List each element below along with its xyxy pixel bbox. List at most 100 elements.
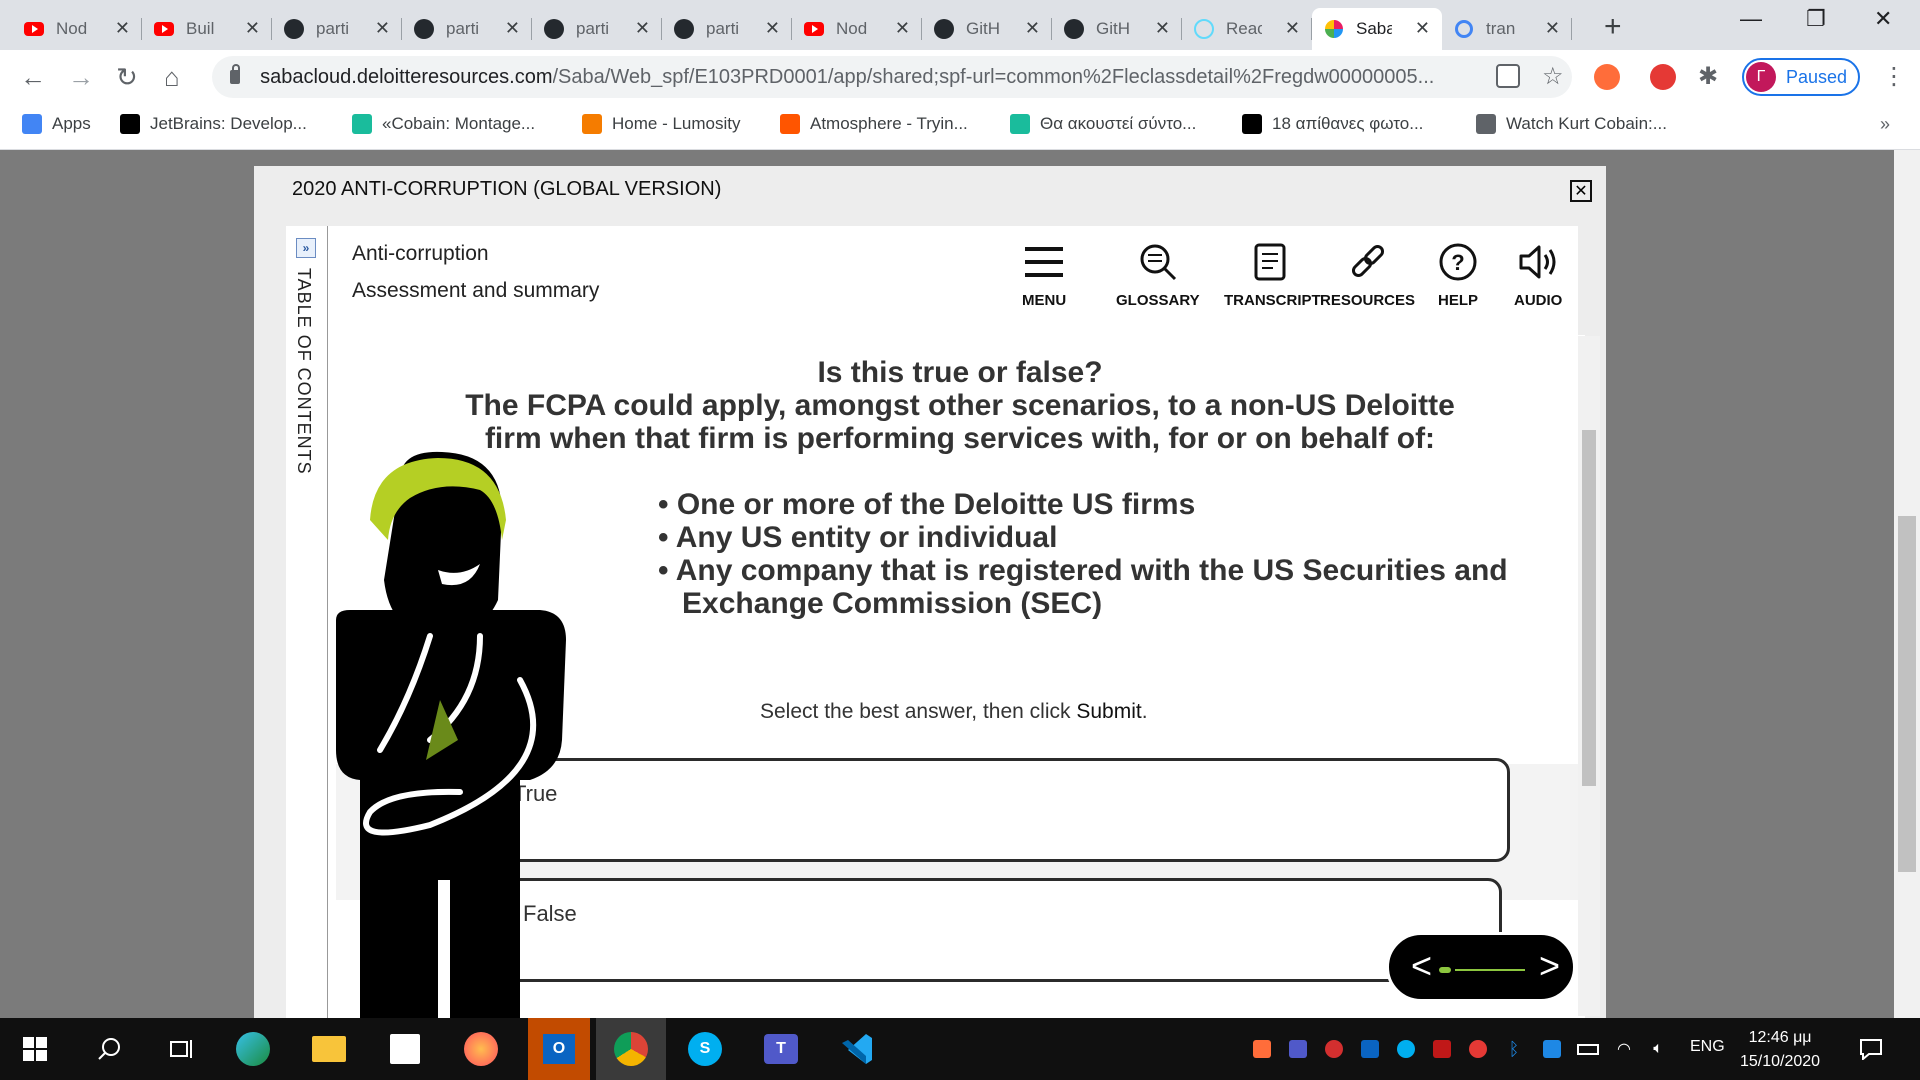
task-view-icon[interactable]	[160, 1028, 202, 1070]
profile-button[interactable]: Г Paused	[1742, 58, 1860, 96]
outlook-icon[interactable]: O	[528, 1018, 590, 1080]
bookmark-item[interactable]: 18 απίθανες φωτο...	[1242, 114, 1423, 134]
bookmark-item[interactable]: Home - Lumosity	[582, 114, 740, 134]
teams-icon[interactable]: T	[760, 1028, 802, 1070]
windows-start-icon[interactable]	[14, 1028, 56, 1070]
tray-app-icon[interactable]	[1250, 1028, 1274, 1070]
file-explorer-icon[interactable]	[308, 1028, 350, 1070]
browser-tab[interactable]: Reac ✕	[1182, 8, 1312, 50]
slide-navigation: < >	[1386, 932, 1576, 1002]
avatar: Г	[1746, 62, 1776, 92]
browser-tab[interactable]: Nod ✕	[12, 8, 142, 50]
resources-button[interactable]: RESOURCES	[1320, 240, 1415, 309]
close-tab-icon[interactable]: ✕	[245, 18, 260, 39]
extension-icon[interactable]	[1594, 64, 1620, 90]
new-tab-button[interactable]: +	[1604, 10, 1622, 44]
tray-app-icon[interactable]	[1322, 1028, 1346, 1070]
page-scrollbar-thumb[interactable]	[1898, 516, 1916, 872]
browser-tab[interactable]: Buil ✕	[142, 8, 272, 50]
close-tab-icon[interactable]: ✕	[1285, 18, 1300, 39]
skype-icon[interactable]: S	[684, 1028, 726, 1070]
browser-tab[interactable]: parti ✕	[402, 8, 532, 50]
bookmark-icon	[780, 114, 800, 134]
course-scrollbar-thumb[interactable]	[1582, 430, 1596, 786]
notifications-icon[interactable]	[1850, 1028, 1892, 1070]
bookmark-item[interactable]: Watch Kurt Cobain:...	[1476, 114, 1667, 134]
bookmark-item[interactable]: Apps	[22, 114, 91, 134]
firefox-icon[interactable]	[460, 1028, 502, 1070]
close-tab-icon[interactable]: ✕	[505, 18, 520, 39]
bookmark-item[interactable]: Θα ακουστεί σύντο...	[1010, 114, 1196, 134]
bookmark-item[interactable]: JetBrains: Develop...	[120, 114, 307, 134]
bookmark-item[interactable]: Atmosphere - Tryin...	[780, 114, 968, 134]
home-button[interactable]: ⌂	[164, 62, 180, 93]
bluetooth-icon[interactable]: ᛒ	[1502, 1028, 1526, 1070]
close-tab-icon[interactable]: ✕	[1545, 18, 1560, 39]
more-bookmarks-icon[interactable]: »	[1880, 114, 1890, 135]
instruction-suffix: .	[1141, 700, 1148, 723]
page-scrollbar[interactable]	[1894, 150, 1920, 1018]
browser-tab[interactable]: Nod ✕	[792, 8, 922, 50]
chrome-menu-icon[interactable]: ⋮	[1882, 62, 1906, 91]
store-icon[interactable]	[384, 1028, 426, 1070]
toc-expand-button[interactable]: »	[296, 238, 316, 258]
tray-app-icon[interactable]	[1540, 1028, 1564, 1070]
audio-button[interactable]: AUDIO	[1514, 240, 1562, 309]
restore-button[interactable]: ❐	[1806, 6, 1826, 32]
close-tab-icon[interactable]: ✕	[765, 18, 780, 39]
instruction-prefix: Select the best answer, then click	[760, 700, 1077, 723]
menu-button[interactable]: MENU	[1022, 240, 1066, 309]
browser-tab[interactable]: GitH ✕	[922, 8, 1052, 50]
chrome-icon[interactable]	[596, 1018, 666, 1080]
teams-tray-icon[interactable]	[1286, 1028, 1310, 1070]
browser-tab[interactable]: parti ✕	[532, 8, 662, 50]
browser-tab[interactable]: parti ✕	[662, 8, 792, 50]
github-icon	[674, 19, 694, 39]
forward-button[interactable]: →	[68, 62, 94, 93]
search-icon[interactable]	[88, 1028, 130, 1070]
transcript-button[interactable]: TRANSCRIPT	[1224, 240, 1321, 309]
close-tab-icon[interactable]: ✕	[635, 18, 650, 39]
close-window-button[interactable]: ✕	[1874, 6, 1892, 32]
close-tab-icon[interactable]: ✕	[115, 18, 130, 39]
youtube-icon	[804, 19, 824, 39]
close-tab-icon[interactable]: ✕	[1025, 18, 1040, 39]
tab-title: Nod	[56, 19, 88, 38]
language-indicator[interactable]: ENG	[1690, 1038, 1725, 1056]
browser-tab[interactable]: tran ✕	[1442, 8, 1572, 50]
previous-slide-button[interactable]: <	[1411, 945, 1432, 987]
bookmark-label: JetBrains: Develop...	[150, 114, 307, 133]
volume-icon[interactable]: 🔈︎	[1646, 1028, 1670, 1070]
close-tab-icon[interactable]: ✕	[1415, 18, 1430, 39]
browser-tab[interactable]: Saba ✕	[1312, 8, 1442, 50]
browser-tab[interactable]: parti ✕	[272, 8, 402, 50]
course-scrollbar[interactable]	[1578, 336, 1600, 1016]
battery-icon[interactable]	[1576, 1028, 1600, 1070]
bookmark-item[interactable]: «Cobain: Montage...	[352, 114, 535, 134]
edge-icon[interactable]	[232, 1028, 274, 1070]
close-tab-icon[interactable]: ✕	[895, 18, 910, 39]
vscode-icon[interactable]	[836, 1028, 878, 1070]
address-bar[interactable]: sabacloud.deloitteresources.com /Saba/We…	[212, 56, 1572, 98]
wifi-icon[interactable]: ◠	[1612, 1028, 1636, 1070]
bookmark-star-icon[interactable]: ☆	[1542, 62, 1564, 91]
mcafee-icon[interactable]	[1430, 1028, 1454, 1070]
adblock-icon[interactable]	[1650, 64, 1676, 90]
extensions-puzzle-icon[interactable]: ✱	[1698, 62, 1718, 91]
modal-close-button[interactable]: ✕	[1570, 180, 1592, 202]
glossary-button[interactable]: GLOSSARY	[1116, 240, 1200, 309]
close-tab-icon[interactable]: ✕	[1155, 18, 1170, 39]
reload-button[interactable]: ↻	[116, 62, 138, 93]
close-tab-icon[interactable]: ✕	[375, 18, 390, 39]
minimize-button[interactable]: —	[1740, 6, 1762, 32]
question-heading: Is this true or false?	[817, 356, 1103, 389]
next-slide-button[interactable]: >	[1539, 945, 1560, 987]
skype-tray-icon[interactable]	[1394, 1028, 1418, 1070]
translate-icon[interactable]	[1496, 64, 1520, 88]
tray-app-icon[interactable]	[1466, 1028, 1490, 1070]
browser-tab[interactable]: GitH ✕	[1052, 8, 1182, 50]
help-button[interactable]: ? HELP	[1436, 240, 1480, 309]
outlook-tray-icon[interactable]	[1358, 1028, 1382, 1070]
back-button[interactable]: ←	[20, 62, 46, 93]
clock[interactable]: 12:46 μμ 15/10/2020	[1740, 1026, 1820, 1074]
